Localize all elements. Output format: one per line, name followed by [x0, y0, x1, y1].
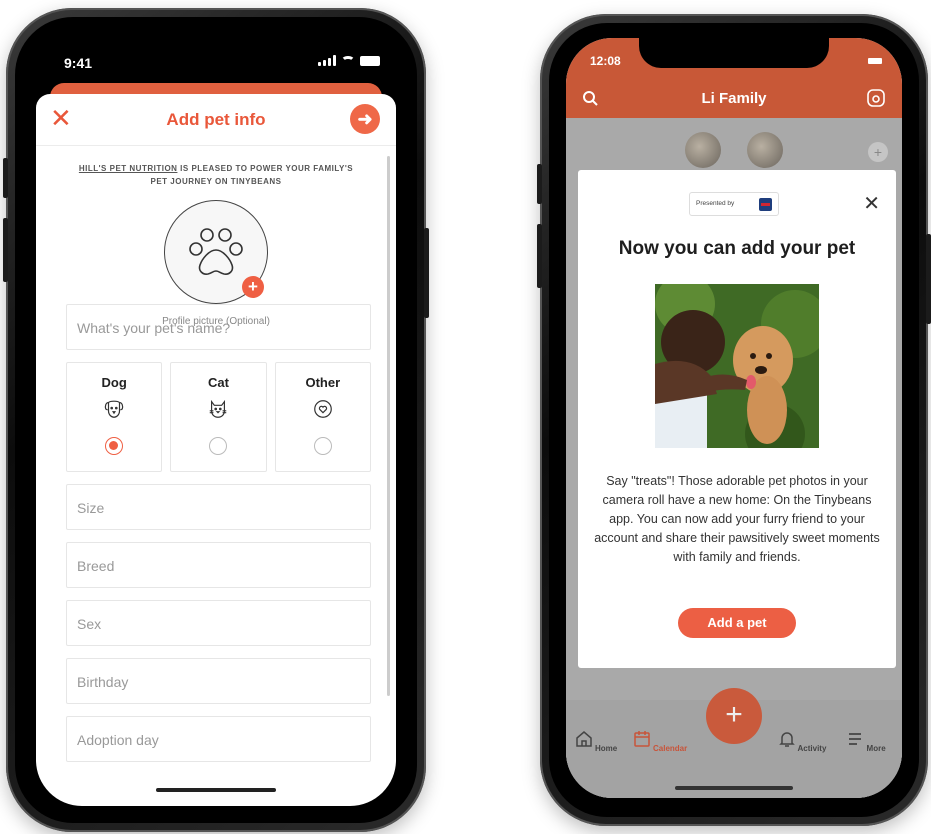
sponsor-notice: HILL'S PET NUTRITION IS PLEASED TO POWER… — [70, 162, 362, 188]
tab-label: Activity — [797, 744, 827, 753]
avatar[interactable] — [685, 132, 721, 168]
family-avatars — [566, 132, 902, 168]
modal-title: Now you can add your pet — [618, 238, 856, 259]
right-phone-frame: 12:08 Li Family + Presented by ✕ Now you… — [537, 14, 931, 826]
pet-switch-icon[interactable] — [866, 88, 886, 108]
pet-type-cat[interactable]: Cat — [170, 362, 267, 472]
battery-icon — [360, 55, 380, 66]
notch — [639, 38, 829, 68]
left-screen: 9:41 ✕ Add pet info ➜ HILL'S PET NUTRITI… — [36, 36, 396, 806]
sheet-header: ✕ Add pet info ➜ — [36, 94, 396, 146]
radio-other[interactable] — [313, 437, 332, 455]
close-icon[interactable]: ✕ — [863, 194, 880, 214]
right-screen: 12:08 Li Family + Presented by ✕ Now you… — [566, 38, 902, 798]
sex-field[interactable]: Sex — [66, 600, 371, 646]
profile-picture-picker[interactable]: + — [164, 200, 268, 304]
sponsor-brand-link[interactable]: HILL'S PET NUTRITION — [79, 164, 178, 173]
app-title: Li Family — [701, 90, 767, 107]
volume-up-button — [537, 224, 542, 288]
breed-field[interactable]: Breed — [66, 542, 371, 588]
home-icon — [576, 731, 592, 747]
battery-icon — [868, 58, 882, 64]
cat-icon — [210, 399, 227, 418]
tab-label: More — [866, 744, 886, 753]
add-pet-modal: Presented by ✕ Now you can add your pet — [578, 170, 896, 668]
tab-calendar[interactable]: Calendar — [630, 730, 690, 753]
create-post-button[interactable]: + — [706, 688, 762, 744]
size-field[interactable]: Size — [66, 484, 371, 530]
left-phone-frame: 9:41 ✕ Add pet info ➜ HILL'S PET NUTRITI… — [3, 8, 429, 832]
volume-up-button — [3, 218, 8, 282]
tab-more[interactable]: More — [836, 730, 896, 753]
pet-type-label: Other — [305, 375, 341, 390]
paw-icon — [189, 228, 243, 275]
heart-icon — [313, 400, 332, 418]
wifi-icon — [341, 55, 355, 66]
mute-switch — [537, 164, 542, 204]
tab-label: Calendar — [653, 744, 688, 753]
avatar[interactable] — [747, 132, 783, 168]
home-indicator[interactable] — [675, 786, 793, 790]
radio-dog[interactable] — [105, 437, 124, 455]
mute-switch — [3, 158, 8, 198]
page-title: Add pet info — [166, 110, 266, 129]
pet-photo — [655, 284, 819, 448]
sponsor-text: IS PLEASED TO POWER YOUR FAMILY'S PET JO… — [150, 164, 354, 186]
tab-home[interactable]: Home — [566, 730, 626, 753]
add-photo-icon[interactable]: + — [242, 276, 264, 298]
pet-name-input[interactable]: What's your pet's name? — [66, 304, 371, 350]
signal-icon — [318, 55, 336, 66]
pet-type-label: Cat — [208, 375, 229, 390]
scrollbar[interactable] — [387, 156, 390, 696]
add-pet-button[interactable]: Add a pet — [678, 608, 796, 638]
arrow-right-icon: ➜ — [357, 109, 373, 129]
radio-cat[interactable] — [209, 437, 228, 455]
modal-body: Say "treats"! Those adorable pet photos … — [594, 474, 880, 564]
pet-type-other[interactable]: Other — [274, 362, 371, 472]
home-indicator[interactable] — [156, 788, 276, 792]
pet-type-label: Dog — [101, 375, 127, 390]
power-button — [926, 234, 931, 324]
presented-by-label: Presented by — [696, 200, 735, 207]
add-member-icon[interactable]: + — [868, 142, 888, 162]
hills-logo — [759, 198, 772, 211]
next-button[interactable]: ➜ — [350, 104, 380, 134]
bell-icon — [778, 732, 795, 747]
tab-label: Home — [595, 744, 618, 753]
birthday-field[interactable]: Birthday — [66, 658, 371, 704]
notch — [121, 36, 311, 66]
pet-type-dog[interactable]: Dog — [66, 362, 163, 472]
dog-icon — [104, 400, 124, 418]
status-time: 9:41 — [64, 55, 93, 71]
status-time: 12:08 — [590, 54, 621, 68]
calendar-icon — [634, 731, 650, 747]
adoption-day-field[interactable]: Adoption day — [66, 716, 371, 762]
tab-bar: Home Calendar + Activity More — [566, 688, 902, 798]
pet-form: What's your pet's name? Dog Cat Other Si… — [66, 304, 371, 774]
tab-activity[interactable]: Activity — [772, 730, 832, 753]
power-button — [424, 228, 429, 318]
pet-type-selector: Dog Cat Other — [66, 362, 371, 472]
menu-icon — [849, 733, 862, 745]
presented-by-badge: Presented by — [689, 192, 779, 216]
